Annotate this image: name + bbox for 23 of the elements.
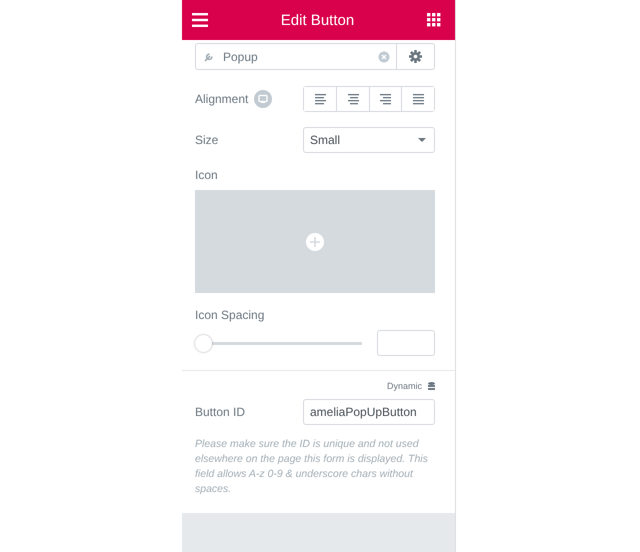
spacing-input[interactable]	[377, 330, 435, 356]
button-id-label: Button ID	[195, 405, 246, 419]
size-select[interactable]: Small	[303, 127, 435, 153]
slider-thumb[interactable]	[195, 334, 212, 352]
panel-title: Edit Button	[280, 12, 356, 28]
add-icon	[306, 232, 324, 250]
align-justify-button[interactable]	[401, 87, 434, 111]
menu-icon	[192, 12, 208, 28]
database-icon	[428, 382, 435, 390]
icon-spacing-label: Icon Spacing	[195, 308, 266, 322]
dynamic-button[interactable]: Dynamic	[386, 381, 435, 391]
icon-label: Icon	[195, 168, 219, 182]
align-right-icon	[379, 93, 392, 105]
align-left-icon	[314, 93, 326, 105]
help-text: Please make sure the ID is unique and not used elsewhere on the page this form is displayed. This field allows A-z 0-9 & underscore chars without spaces.	[195, 437, 429, 497]
size-label: Size	[195, 133, 218, 147]
dropdown-icon	[418, 138, 426, 142]
align-center-icon	[346, 93, 359, 105]
responsive-icon	[254, 90, 272, 108]
button-id-field[interactable]: ameliaPopUpButton	[303, 399, 435, 425]
grid-icon	[427, 13, 441, 27]
alignment-label: Alignment	[195, 92, 248, 106]
align-justify-icon	[412, 93, 424, 105]
